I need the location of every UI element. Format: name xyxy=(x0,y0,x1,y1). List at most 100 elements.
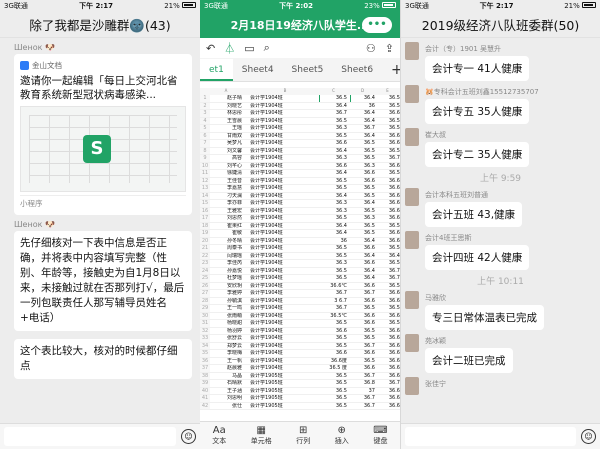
table-cell[interactable]: 会计学1905班 xyxy=(245,380,320,387)
table-row[interactable]: 1 赵子晴 会计学1904班 36.5 36.4 36.5 xyxy=(200,95,400,103)
table-cell[interactable]: 36.6 xyxy=(375,208,400,215)
table-cell[interactable]: 36.5 度 xyxy=(320,365,350,372)
table-cell[interactable]: 36.6 xyxy=(320,140,350,147)
table-cell[interactable]: 36.5℃ xyxy=(320,313,350,320)
table-cell[interactable]: 会计学1904班 xyxy=(245,313,320,320)
table-cell[interactable]: 36.5 xyxy=(375,283,400,290)
message-bubble[interactable]: 会计四班 42人健康 xyxy=(425,245,530,270)
tab-sheet5[interactable]: Sheet5 xyxy=(283,59,333,81)
table-cell[interactable]: 36.5 xyxy=(320,343,350,350)
table-cell[interactable]: 36.5 xyxy=(350,358,375,365)
message-bubble[interactable]: 会计专二 35人健康 xyxy=(425,142,530,167)
table-cell[interactable]: 36.5 xyxy=(350,185,375,192)
table-cell[interactable]: 张仕 xyxy=(210,403,245,410)
table-cell[interactable]: 李佳芮 xyxy=(210,260,245,267)
table-cell[interactable]: 36.4 xyxy=(320,170,350,177)
table-cell[interactable]: 会计学1905班 xyxy=(245,395,320,402)
filter-icon[interactable]: ⏃ xyxy=(224,40,235,56)
table-cell[interactable]: 张舒云 xyxy=(210,335,245,342)
table-cell[interactable]: 36.5 xyxy=(375,170,400,177)
table-row[interactable]: 21 周泰书 会计学1904班 36.5 36.6 36.5 xyxy=(200,245,400,253)
comment-icon[interactable]: ▭ xyxy=(244,42,254,55)
tab-sheet6[interactable]: Sheet6 xyxy=(332,59,382,81)
table-cell[interactable]: 36.5 xyxy=(320,380,350,387)
table-row[interactable]: 35 李晓梅 会计学1904班 36.6 36.6 36.6 xyxy=(200,350,400,358)
table-cell[interactable]: 36.5 xyxy=(350,230,375,237)
table-cell[interactable]: 李亦菲 xyxy=(210,200,245,207)
table-cell[interactable]: 36.3 xyxy=(350,163,375,170)
table-row[interactable]: 15 李亦菲 会计学1904班 36.3 36.4 36.6 xyxy=(200,200,400,208)
more-button[interactable]: ••• xyxy=(362,17,392,33)
table-cell[interactable]: 36.5 xyxy=(375,95,400,102)
table-cell[interactable]: 郑梦云 xyxy=(210,343,245,350)
table-cell[interactable]: 会计学1904班 xyxy=(245,208,320,215)
insert-button[interactable]: ⊕ 插入 xyxy=(335,425,349,446)
table-cell[interactable]: 会计学1904班 xyxy=(245,238,320,245)
table-cell[interactable]: 36.7 xyxy=(350,395,375,402)
table-cell[interactable]: 36.6℃ xyxy=(320,283,350,290)
table-cell[interactable]: 36.5 xyxy=(350,208,375,215)
table-cell[interactable]: 36.6 xyxy=(350,365,375,372)
table-cell[interactable]: 36.7 xyxy=(375,155,400,162)
table-cell[interactable]: 36.5 xyxy=(375,103,400,110)
table-cell[interactable]: 会计学1904班 xyxy=(245,298,320,305)
table-cell[interactable]: 36.6 xyxy=(350,320,375,327)
table-cell[interactable]: 会计学1904班 xyxy=(245,230,320,237)
table-cell[interactable]: 会计学1904班 xyxy=(245,245,320,252)
table-row[interactable]: 19 崔敏 会计学1904班 36.4 36.5 36.6 xyxy=(200,230,400,238)
table-cell[interactable]: 36.5 xyxy=(320,335,350,342)
table-cell[interactable]: 36.6 xyxy=(375,343,400,350)
table-row[interactable]: 3 林思彤 会计学1904班 36.7 36.4 36.6 xyxy=(200,110,400,118)
sheet-grid[interactable]: A B C D E 1 赵子晴 会计学1904班 36.5 36.4 36.5 2 刘晓艺 会计… xyxy=(200,88,400,410)
avatar[interactable] xyxy=(405,188,419,206)
table-cell[interactable]: 36.4 xyxy=(320,193,350,200)
table-cell[interactable]: 会计学1905班 xyxy=(245,373,320,380)
table-cell[interactable]: 36.6 xyxy=(350,298,375,305)
table-row[interactable]: 24 孙嘉悦 会计学1904班 36.5 36.4 36.7 xyxy=(200,267,400,275)
table-cell[interactable]: 石晴默 xyxy=(210,380,245,387)
table-row[interactable]: 18 崔果红 会计学1904班 36.4 36.5 36.5 xyxy=(200,222,400,230)
table-cell[interactable]: 36.6 xyxy=(375,215,400,222)
table-cell[interactable]: 36.6 xyxy=(375,328,400,335)
table-cell[interactable]: 会计学1904班 xyxy=(245,260,320,267)
table-cell[interactable]: 36.3 xyxy=(320,125,350,132)
table-cell[interactable]: 周泰书 xyxy=(210,245,245,252)
table-row[interactable]: 36 王一帆 会计学1904班 36.6度 36.5 36.6 xyxy=(200,357,400,365)
table-cell[interactable]: 36.6 xyxy=(375,365,400,372)
table-row[interactable]: 22 闫瑞瑶 会计学1904班 36.5 36.4 36.4 xyxy=(200,252,400,260)
table-cell[interactable]: 36.6 xyxy=(375,193,400,200)
add-user-icon[interactable]: ⚇ xyxy=(366,42,376,55)
table-cell[interactable]: 36.6 xyxy=(375,298,400,305)
table-cell[interactable]: 36.7 xyxy=(350,343,375,350)
table-cell[interactable]: 会计学1904班 xyxy=(245,215,320,222)
table-cell[interactable]: 会计学1904班 xyxy=(245,125,320,132)
table-cell[interactable]: 36.6 xyxy=(375,178,400,185)
table-cell[interactable]: 36.5 xyxy=(350,148,375,155)
table-cell[interactable]: 36.5 xyxy=(320,215,350,222)
search-icon[interactable]: ⌕ xyxy=(264,41,270,55)
emoji-icon[interactable]: ☺ xyxy=(181,429,196,444)
avatar[interactable] xyxy=(405,291,419,309)
message-bubble[interactable]: 会计二班已完成 xyxy=(425,348,513,373)
table-cell[interactable]: 会计学1904班 xyxy=(245,328,320,335)
table-cell[interactable]: 36.3 xyxy=(320,200,350,207)
table-cell[interactable]: 会计学1904班 xyxy=(245,358,320,365)
tab-sheet4[interactable]: Sheet4 xyxy=(233,59,283,81)
table-cell[interactable]: 会计学1904班 xyxy=(245,283,320,290)
message-bubble[interactable]: 这个表比较大，核对的时候都仔细点 xyxy=(14,339,192,379)
table-cell[interactable]: 36.6 xyxy=(375,133,400,140)
table-cell[interactable]: 会计学1904班 xyxy=(245,178,320,185)
table-cell[interactable]: 会计学1905班 xyxy=(245,403,320,410)
table-cell[interactable]: 36.6 xyxy=(350,178,375,185)
table-cell[interactable]: 会计学1904班 xyxy=(245,343,320,350)
table-cell[interactable]: 徐婕清 xyxy=(210,170,245,177)
table-cell[interactable]: 会计学1904班 xyxy=(245,118,320,125)
table-cell[interactable]: 36.7 xyxy=(350,125,375,132)
table-row[interactable]: 38 马晶 会计学1905班 36.5 36.7 36.6 xyxy=(200,372,400,380)
emoji-icon[interactable]: ☺ xyxy=(581,429,596,444)
table-cell[interactable]: 36.4 xyxy=(350,268,375,275)
table-cell[interactable]: 36.5 xyxy=(350,328,375,335)
table-cell[interactable]: 36.6 xyxy=(350,283,375,290)
table-cell[interactable]: 赵晨雅 xyxy=(210,365,245,372)
table-cell[interactable]: 36.5 xyxy=(350,335,375,342)
